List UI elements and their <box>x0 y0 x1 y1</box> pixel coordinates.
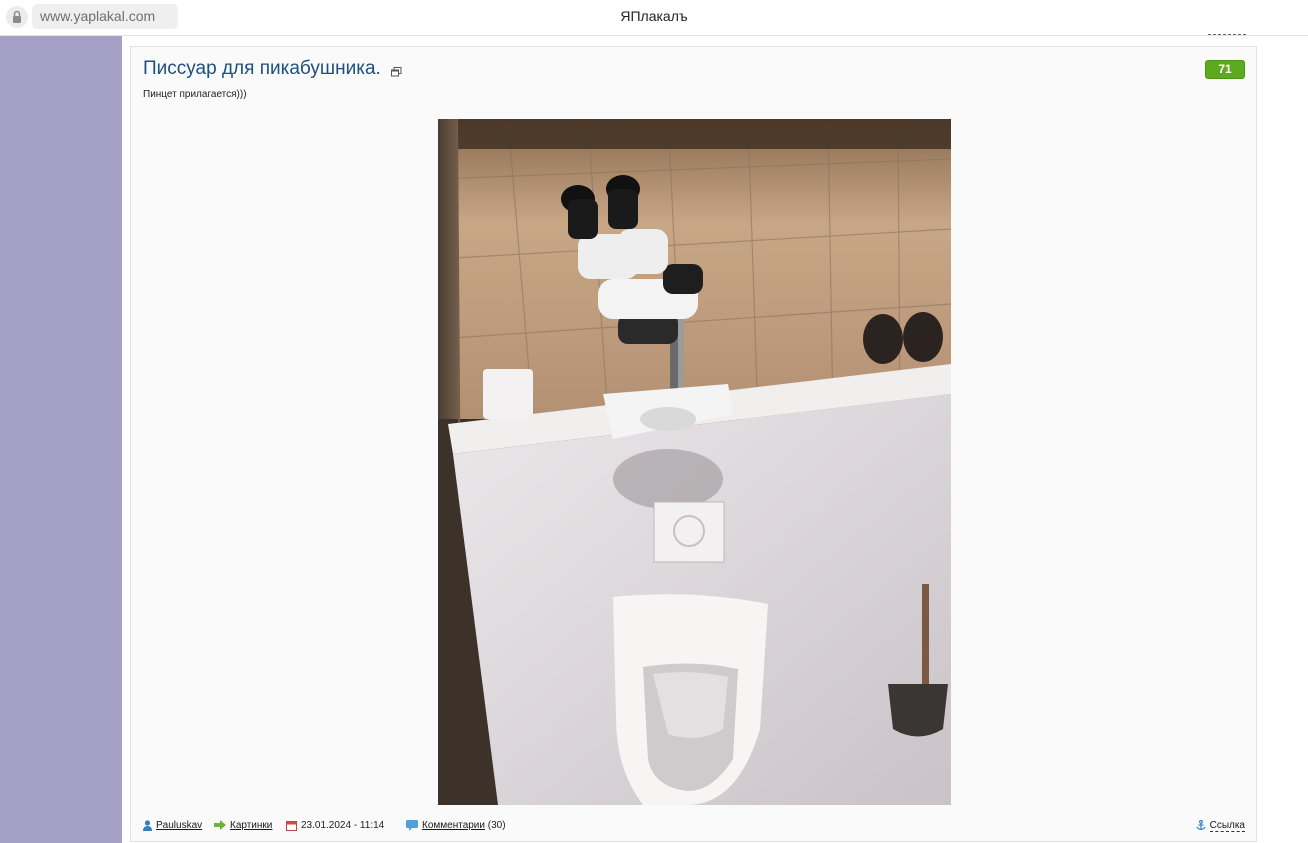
anchor-icon <box>1195 820 1206 831</box>
calendar-icon <box>286 821 297 831</box>
permalink-link[interactable]: Ссылка <box>1209 820 1245 833</box>
top-dashed-divider <box>1208 34 1246 35</box>
post-date: 23.01.2024 - 11:14 <box>301 820 385 832</box>
arrow-right-icon <box>214 820 226 831</box>
post-description: Пинцет прилагается))) <box>143 89 247 100</box>
permalink-meta: Ссылка <box>1195 820 1245 833</box>
open-in-new-window-icon[interactable] <box>391 64 402 82</box>
category-meta: Картинки <box>214 820 272 831</box>
post-title-link[interactable]: Писсуар для пикабушника. <box>143 58 381 80</box>
browser-top-bar: www.yaplakal.com ЯПлакалъ <box>0 0 1308 36</box>
author-meta: Pauluskav <box>143 820 202 831</box>
left-sidebar <box>0 36 122 843</box>
comments-count: (30) <box>487 820 506 832</box>
comments-meta: Комментарии (30) <box>406 820 506 831</box>
comments-link[interactable]: Комментарии <box>422 820 485 831</box>
post-footer: Pauluskav Картинки 23.01.2024 - 11:14 Ко… <box>143 820 1245 834</box>
post-image[interactable] <box>438 119 951 805</box>
category-link[interactable]: Картинки <box>230 820 272 831</box>
rating-badge[interactable]: 71 <box>1205 60 1245 79</box>
date-meta: 23.01.2024 - 11:14 <box>286 820 384 831</box>
user-icon <box>143 820 152 831</box>
post-card: Писсуар для пикабушника. 71 Пинцет прила… <box>130 46 1257 842</box>
comment-icon <box>406 820 418 831</box>
window-title: ЯПлакалъ <box>620 8 688 24</box>
author-link[interactable]: Pauluskav <box>156 820 202 831</box>
